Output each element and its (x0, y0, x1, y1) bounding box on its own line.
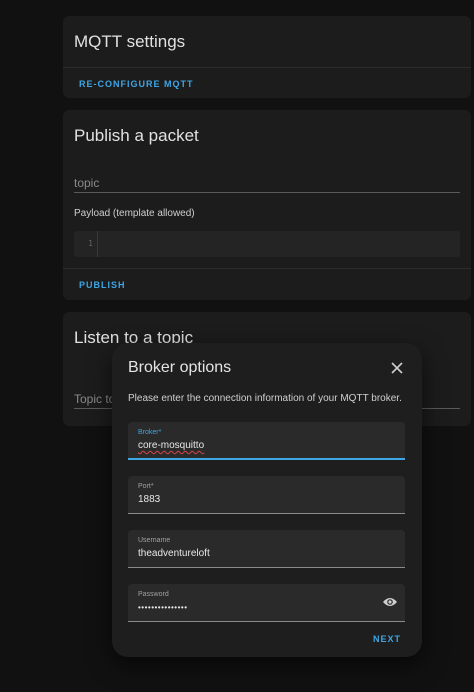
username-label: Username (138, 537, 171, 544)
port-label: Port* (138, 483, 154, 490)
next-button[interactable]: NEXT (373, 634, 401, 644)
eye-icon[interactable] (382, 595, 398, 607)
password-label: Password (138, 591, 169, 598)
dialog-title: Broker options (128, 359, 232, 376)
broker-field[interactable]: Broker* core-mosquitto (128, 422, 405, 460)
broker-value: core-mosquitto (138, 440, 205, 451)
close-icon[interactable] (390, 361, 404, 375)
username-value: theadventureloft (138, 548, 210, 559)
dialog-description: Please enter the connection information … (128, 393, 402, 404)
broker-options-dialog: Broker options Please enter the connecti… (112, 343, 422, 657)
broker-label: Broker* (138, 429, 162, 436)
password-field[interactable]: Password ••••••••••••••• (128, 584, 405, 622)
password-value: ••••••••••••••• (138, 603, 188, 612)
username-field[interactable]: Username theadventureloft (128, 530, 405, 568)
port-value: 1883 (138, 494, 161, 505)
port-field[interactable]: Port* 1883 (128, 476, 405, 514)
